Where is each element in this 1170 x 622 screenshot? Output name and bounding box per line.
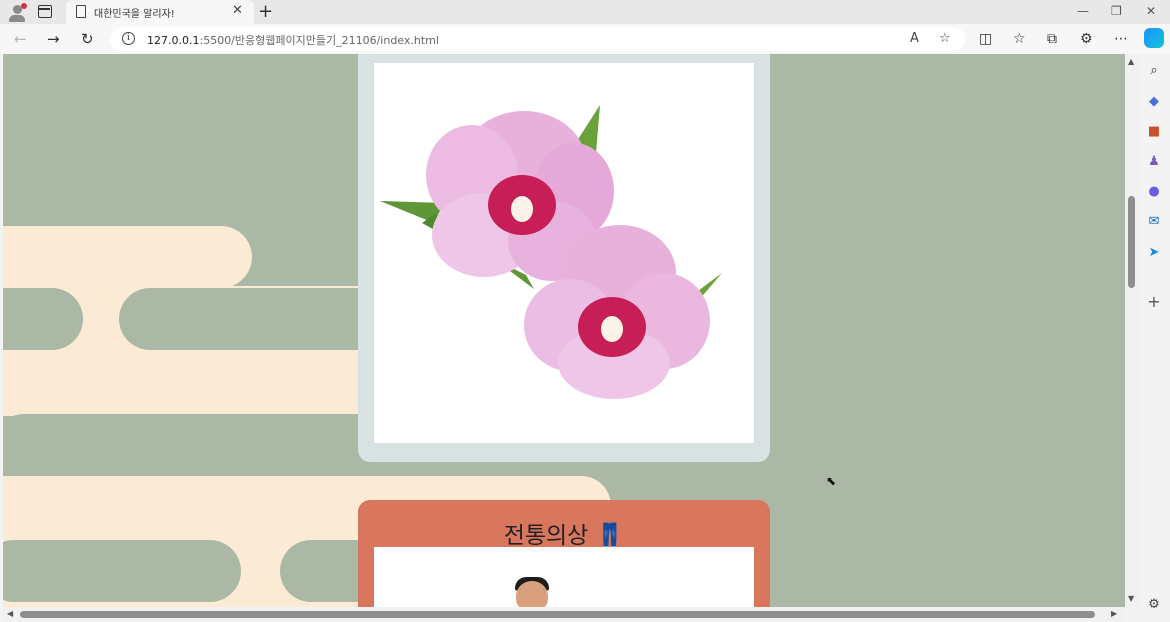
mouse-cursor-icon: ⬉	[826, 474, 837, 488]
outlook-icon[interactable]: ✉	[1146, 214, 1162, 230]
scroll-left-arrow-icon[interactable]: ◀	[7, 610, 13, 618]
url-host: 127.0.0.1	[147, 34, 200, 47]
shopping-tag-icon[interactable]: ◆	[1146, 94, 1162, 110]
tab-close-icon[interactable]: ✕	[232, 4, 243, 18]
favorite-star-icon[interactable]: ☆	[939, 31, 951, 47]
read-aloud-icon[interactable]: A	[910, 31, 919, 47]
cloud-cutout	[3, 540, 241, 602]
clothing-card: 전통의상 👖	[358, 500, 770, 607]
scroll-up-arrow-icon[interactable]: ▲	[1128, 58, 1134, 66]
extensions-icon[interactable]: ⚙	[1080, 30, 1093, 48]
reload-button[interactable]: ↻	[81, 30, 94, 48]
hibiscus-flowers-illustration	[380, 105, 722, 399]
horizontal-scroll-thumb[interactable]	[20, 611, 1095, 618]
restore-button[interactable]: ❐	[1111, 4, 1122, 18]
address-toolbar: ← → ↻ i 127.0.0.1:5500/반응형웹페이지만들기_21106/…	[0, 24, 1170, 54]
clothing-heading: 전통의상 👖	[503, 523, 625, 549]
send-icon[interactable]: ➤	[1146, 245, 1162, 261]
copilot-icon[interactable]	[1144, 28, 1164, 48]
tab-strip: 대한민국을 알리자! ✕ + — ❐ ✕	[0, 0, 1170, 24]
more-icon[interactable]: ⋯	[1114, 30, 1128, 48]
vertical-scroll-thumb[interactable]	[1128, 196, 1135, 288]
collections-icon[interactable]: ⧉	[1047, 30, 1057, 48]
minimize-button[interactable]: —	[1077, 4, 1089, 18]
tab-actions-icon[interactable]	[38, 5, 52, 18]
split-screen-icon[interactable]: ◫	[979, 30, 992, 48]
close-window-button[interactable]: ✕	[1146, 4, 1156, 18]
mugunghwa-image	[374, 63, 754, 443]
person-face	[516, 581, 548, 607]
new-tab-button[interactable]: +	[258, 2, 273, 22]
horizontal-scrollbar[interactable]: ◀ ▶	[3, 607, 1125, 622]
sidebar-settings-icon[interactable]: ⚙	[1146, 597, 1162, 613]
url-path: :5500/반응형웹페이지만들기_21106/index.html	[199, 34, 439, 47]
scroll-right-arrow-icon[interactable]: ▶	[1111, 610, 1117, 618]
address-bar[interactable]: i 127.0.0.1:5500/반응형웹페이지만들기_21106/index.…	[110, 27, 965, 51]
page-icon	[76, 5, 86, 18]
site-info-icon[interactable]: i	[122, 32, 135, 45]
games-icon[interactable]: ♟	[1146, 154, 1162, 170]
tools-briefcase-icon[interactable]: ■	[1146, 124, 1162, 140]
cloud-cutout	[119, 288, 379, 350]
profile-avatar-icon[interactable]	[7, 3, 27, 23]
cloud-cutout	[3, 414, 373, 476]
vertical-scrollbar[interactable]: ▲ ▼	[1125, 54, 1140, 607]
office-icon[interactable]: ●	[1146, 184, 1162, 200]
add-sidebar-app-icon[interactable]: +	[1146, 294, 1162, 310]
search-icon[interactable]: ⌕	[1146, 63, 1162, 79]
tab-title: 대한민국을 알리자!	[94, 9, 175, 20]
page-viewport: 전통의상 👖 ⬉	[3, 54, 1125, 607]
tab-active[interactable]: 대한민국을 알리자! ✕	[66, 0, 254, 24]
scroll-down-arrow-icon[interactable]: ▼	[1128, 595, 1134, 603]
url-text[interactable]: 127.0.0.1:5500/반응형웹페이지만들기_21106/index.ht…	[147, 32, 439, 48]
flower-card	[358, 54, 770, 462]
cloud-band	[3, 226, 252, 288]
cloud-cutout	[3, 288, 83, 350]
hanbok-image	[374, 547, 754, 607]
favorites-icon[interactable]: ☆	[1013, 30, 1026, 48]
browser-window: 대한민국을 알리자! ✕ + — ❐ ✕ ← → ↻ i 127.0.0.1:5…	[0, 0, 1170, 622]
forward-button[interactable]: →	[47, 30, 60, 48]
back-button[interactable]: ←	[14, 30, 27, 48]
